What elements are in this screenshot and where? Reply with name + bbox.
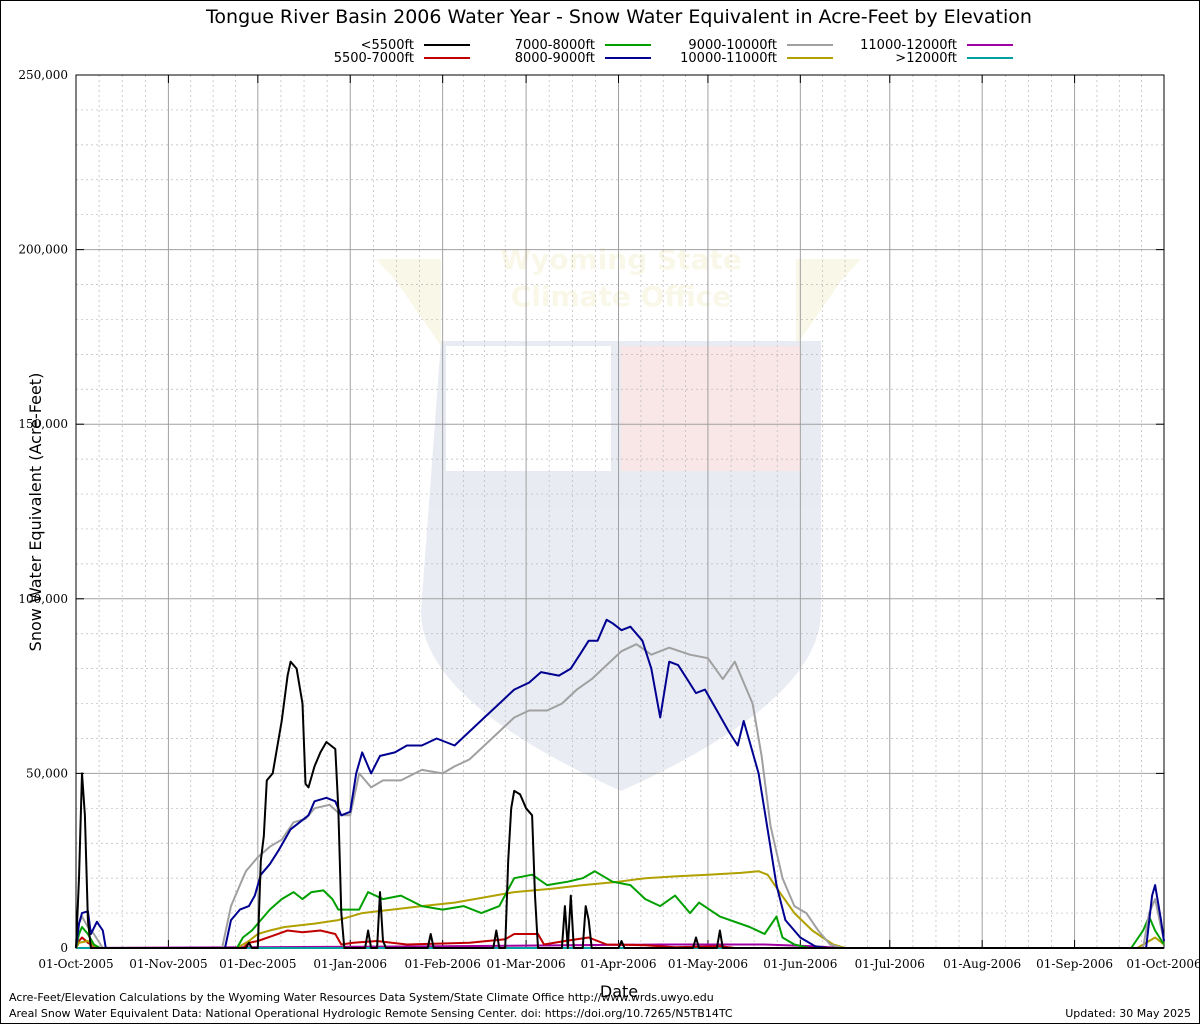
- watermark-line2: Climate Office: [511, 280, 732, 313]
- watermark-wing-left: [376, 259, 441, 346]
- watermark-wing-right: [796, 259, 861, 346]
- x-tick-label: 01-Nov-2005: [129, 957, 207, 971]
- footer-updated: Updated: 30 May 2025: [1065, 1007, 1191, 1020]
- x-tick-label: 01-May-2006: [668, 957, 748, 971]
- legend-label: 10000-11000ft: [680, 51, 777, 66]
- x-tick-label: 01-Oct-2005: [38, 957, 113, 971]
- footer-credit-wrds: Acre-Feet/Elevation Calculations by the …: [9, 991, 714, 1004]
- watermark-panel-left: [446, 346, 611, 471]
- legend-label: >12000ft: [895, 51, 957, 66]
- x-tick-label: 01-Jun-2006: [763, 957, 837, 971]
- chart-title: Tongue River Basin 2006 Water Year - Sno…: [205, 6, 1032, 28]
- x-tick-label: 01-Dec-2005: [219, 957, 296, 971]
- legend: <5500ft5500-7000ft7000-8000ft8000-9000ft…: [334, 38, 1013, 66]
- x-tick-label: 01-Oct-2006: [1126, 957, 1199, 971]
- x-tick-label: 01-Aug-2006: [943, 957, 1021, 971]
- y-tick-label: 50,000: [26, 766, 68, 780]
- x-tick-label: 01-Jul-2006: [855, 957, 925, 971]
- swe-line-chart: Wyoming State Climate Office 050,000100,…: [18, 6, 1199, 1001]
- legend-label: 8000-9000ft: [515, 51, 595, 66]
- x-tick-label: 01-Sep-2006: [1036, 957, 1113, 971]
- watermark-panel-right: [621, 346, 801, 471]
- x-tick-label: 01-Mar-2006: [487, 957, 566, 971]
- y-tick-label: 200,000: [18, 243, 68, 257]
- chart-frame: Wyoming State Climate Office 0 50,000 100,…: [0, 0, 1200, 1024]
- y-tick-label: 250,000: [18, 68, 68, 82]
- footer-credit-nohrsc: Areal Snow Water Equivalent Data: Nation…: [9, 1007, 733, 1020]
- x-tick-label: 01-Apr-2006: [581, 957, 657, 971]
- y-axis-label: Snow Water Equivalent (Acre-Feet): [26, 373, 45, 652]
- x-tick-label: 01-Feb-2006: [404, 957, 480, 971]
- legend-label: 5500-7000ft: [334, 51, 414, 66]
- y-tick-label: 0: [60, 941, 68, 955]
- x-tick-label: 01-Jan-2006: [313, 957, 387, 971]
- watermark-line1: Wyoming State: [500, 243, 742, 276]
